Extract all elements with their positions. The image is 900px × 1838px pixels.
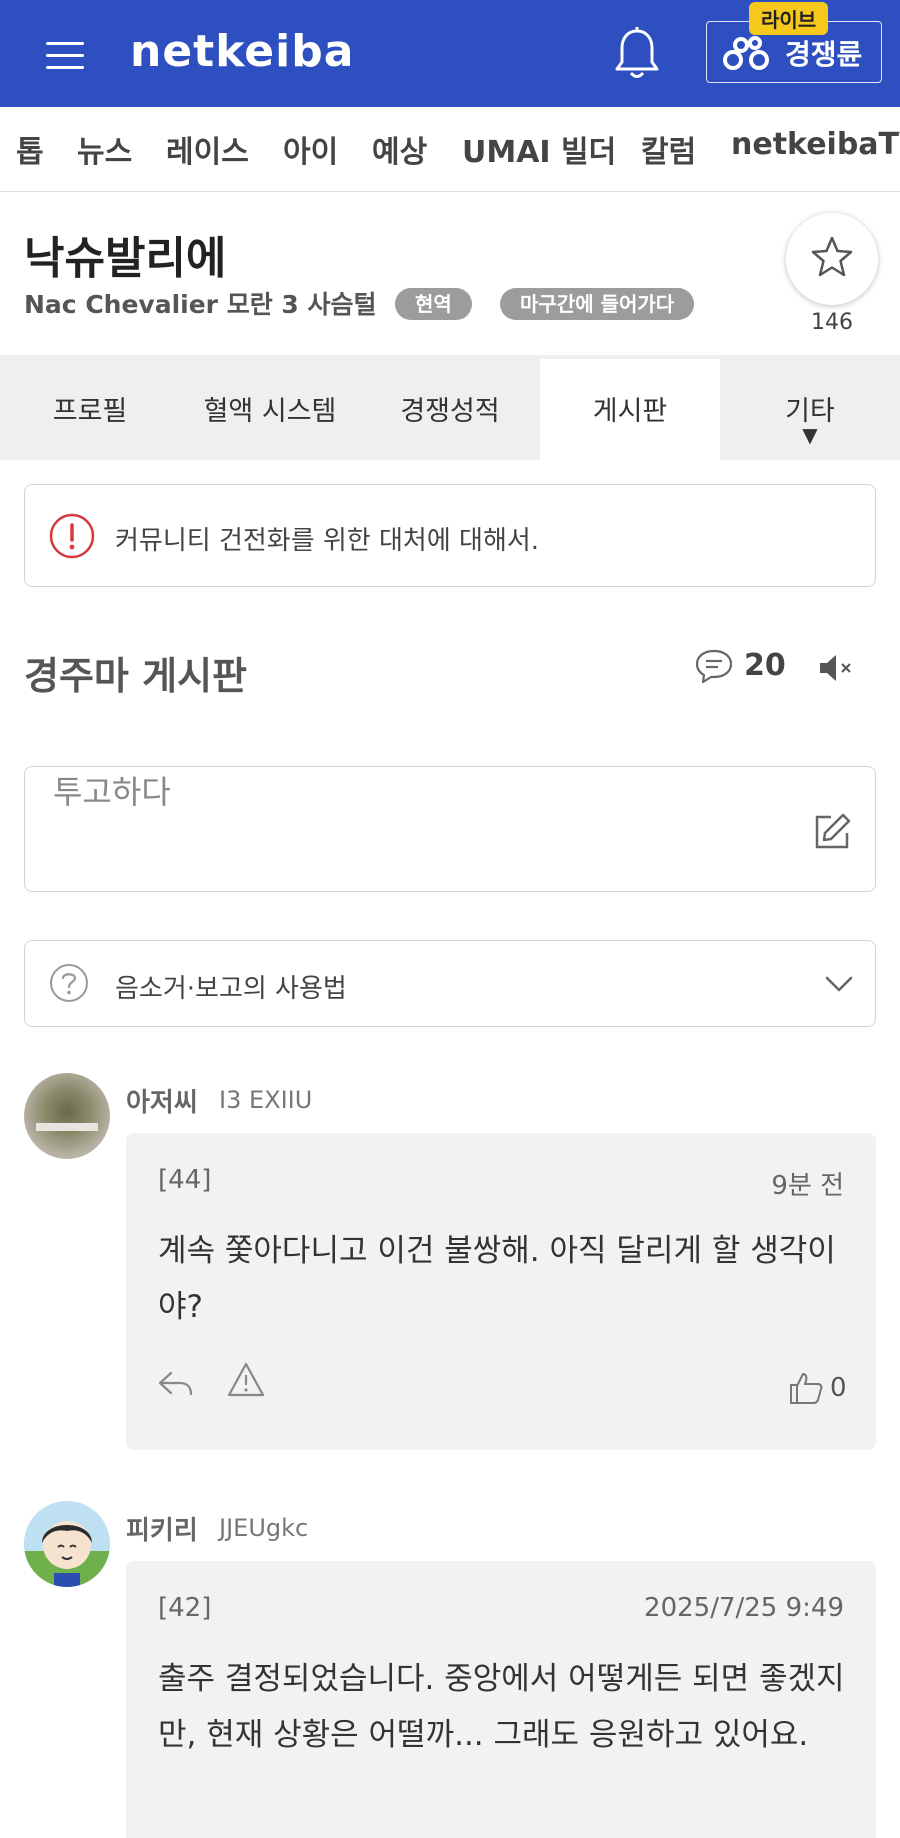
thumbs-up-icon[interactable] <box>788 1371 824 1405</box>
tab-more[interactable]: 기타 ▼ <box>720 355 900 460</box>
stable-badge: 마구간에 들어가다 <box>500 288 695 320</box>
favorite-button[interactable] <box>786 213 878 305</box>
keirin-live-button[interactable]: 라이브 경쟁륜 <box>706 2 882 83</box>
horse-tabs: 프로필 혈액 시스템 경쟁성적 게시판 기타 ▼ <box>0 355 900 460</box>
like-count: 0 <box>830 1373 847 1403</box>
alert-circle-icon <box>49 513 95 559</box>
comment-time: 9분 전 <box>771 1171 844 1201</box>
mute-icon[interactable] <box>816 650 856 686</box>
avatar[interactable] <box>24 1501 110 1587</box>
nav-item-netkeibatv[interactable]: netkeibaTV <box>731 127 900 162</box>
help-circle-icon <box>50 964 88 1002</box>
comment-count: 20 <box>744 648 786 683</box>
tab-profile[interactable]: 프로필 <box>0 355 180 460</box>
live-badge: 라이브 <box>749 2 829 35</box>
bell-icon[interactable] <box>612 26 662 82</box>
nav-item-pog[interactable]: 아이 <box>283 127 338 171</box>
chevron-down-icon <box>825 976 853 992</box>
caret-down-icon: ▼ <box>802 423 818 447</box>
nav-item-column[interactable]: 칼럼 <box>641 127 696 171</box>
horse-meta: Nac Chevalier 모란 3 사슴털 <box>24 290 377 319</box>
comment-card: [42] 2025/7/25 9:49 출주 결정되었습니다. 중앙에서 어떻게… <box>126 1561 876 1838</box>
mute-report-usage[interactable]: 음소거·보고의 사용법 <box>24 940 876 1027</box>
star-icon <box>811 236 853 277</box>
comment-number: [42] <box>158 1593 212 1623</box>
comment-author[interactable]: 피키리 <box>126 1510 198 1547</box>
comment-icon <box>695 649 733 684</box>
comment-body: 출주 결정되었습니다. 중앙에서 어떻게든 되면 좋겠지만, 현재 상황은 어떨… <box>158 1661 845 1753</box>
avatar-illustration <box>24 1501 110 1587</box>
post-placeholder: 투고하다 <box>53 773 171 811</box>
comment-body: 계속 쫓아다니고 이건 불쌍해. 아직 달리게 할 생각이야? <box>158 1233 836 1325</box>
notice-text: 커뮤니티 건전화를 위한 대처에 대해서. <box>115 526 540 556</box>
comment-user-id: JJEUgkc <box>219 1514 309 1542</box>
nav-item-umai-builder[interactable]: UMAI 빌더 <box>462 127 616 171</box>
tab-board[interactable]: 게시판 <box>540 359 720 460</box>
keirin-icon <box>723 36 769 70</box>
nav-item-race[interactable]: 레이스 <box>166 127 249 171</box>
comment-number: [44] <box>158 1165 212 1195</box>
board-title: 경주마 게시판 <box>24 654 247 698</box>
reply-icon[interactable] <box>156 1365 196 1401</box>
nav-item-top[interactable]: 톱 <box>16 127 44 171</box>
comment-card: [44] 9분 전 계속 쫓아다니고 이건 불쌍해. 아직 달리게 할 생각이야… <box>126 1133 876 1450</box>
comment-author[interactable]: 아저씨 <box>126 1082 198 1119</box>
keirin-label: 경쟁륜 <box>785 38 863 71</box>
status-badge: 현역 <box>395 288 472 320</box>
comment-user-id: I3 EXIIU <box>219 1086 313 1114</box>
comment-time: 2025/7/25 9:49 <box>644 1593 844 1623</box>
tab-race-results[interactable]: 경쟁성적 <box>360 355 540 460</box>
favorite-count: 146 <box>811 310 853 335</box>
menu-icon[interactable] <box>46 42 84 70</box>
usage-text: 음소거·보고의 사용법 <box>115 974 347 1004</box>
post-input[interactable]: 투고하다 <box>24 766 876 892</box>
app-header: netkeiba 라이브 경쟁륜 <box>0 0 900 107</box>
netkeiba-logo[interactable]: netkeiba <box>130 26 354 77</box>
community-notice[interactable]: 커뮤니티 건전화를 위한 대처에 대해서. <box>24 484 876 587</box>
nav-item-news[interactable]: 뉴스 <box>77 127 132 171</box>
tab-pedigree[interactable]: 혈액 시스템 <box>180 355 360 460</box>
avatar[interactable] <box>24 1073 110 1159</box>
nav-item-prediction[interactable]: 예상 <box>372 127 427 171</box>
main-nav: 톱 뉴스 레이스 아이 예상 UMAI 빌더 칼럼 netkeibaTV <box>0 107 900 192</box>
edit-icon[interactable] <box>811 811 853 853</box>
horse-name: 낙슈발리에 <box>24 233 227 284</box>
report-icon[interactable] <box>226 1361 266 1399</box>
